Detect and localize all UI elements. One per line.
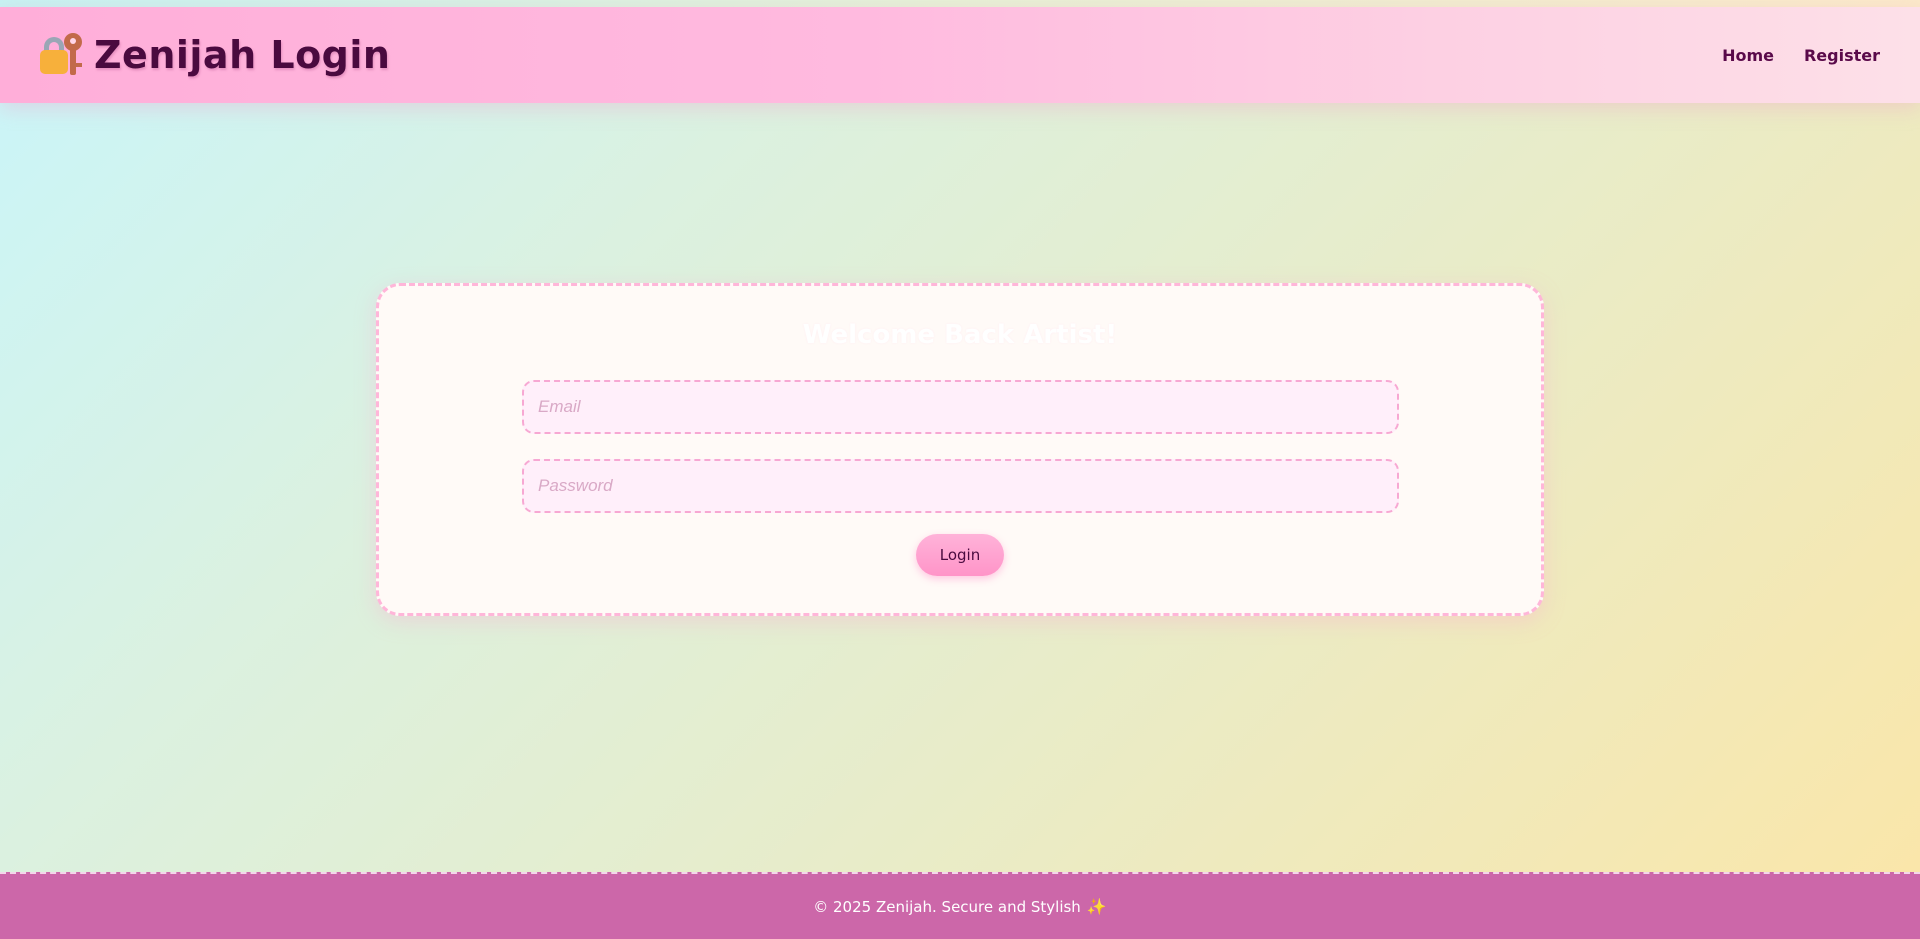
footer-copyright: © 2025 Zenijah. Secure and Stylish <box>813 897 1081 916</box>
brand: Zenijah Login <box>40 33 390 77</box>
top-gradient-strip <box>0 0 1920 7</box>
email-field[interactable] <box>522 380 1399 434</box>
nav-link-home[interactable]: Home <box>1722 46 1774 65</box>
main-nav: Home Register <box>1722 46 1880 65</box>
site-header: Zenijah Login Home Register <box>0 7 1920 103</box>
page-title: Zenijah Login <box>94 33 391 77</box>
lock-with-key-icon <box>40 33 84 77</box>
sparkles-icon: ✨ <box>1086 896 1107 916</box>
site-footer: © 2025 Zenijah. Secure and Stylish ✨ <box>0 872 1920 939</box>
login-button[interactable]: Login <box>916 534 1004 576</box>
nav-link-register[interactable]: Register <box>1804 46 1880 65</box>
login-card: Welcome Back Artist! Login <box>376 283 1544 616</box>
password-field[interactable] <box>522 459 1399 513</box>
login-card-title: Welcome Back Artist! <box>802 320 1118 350</box>
